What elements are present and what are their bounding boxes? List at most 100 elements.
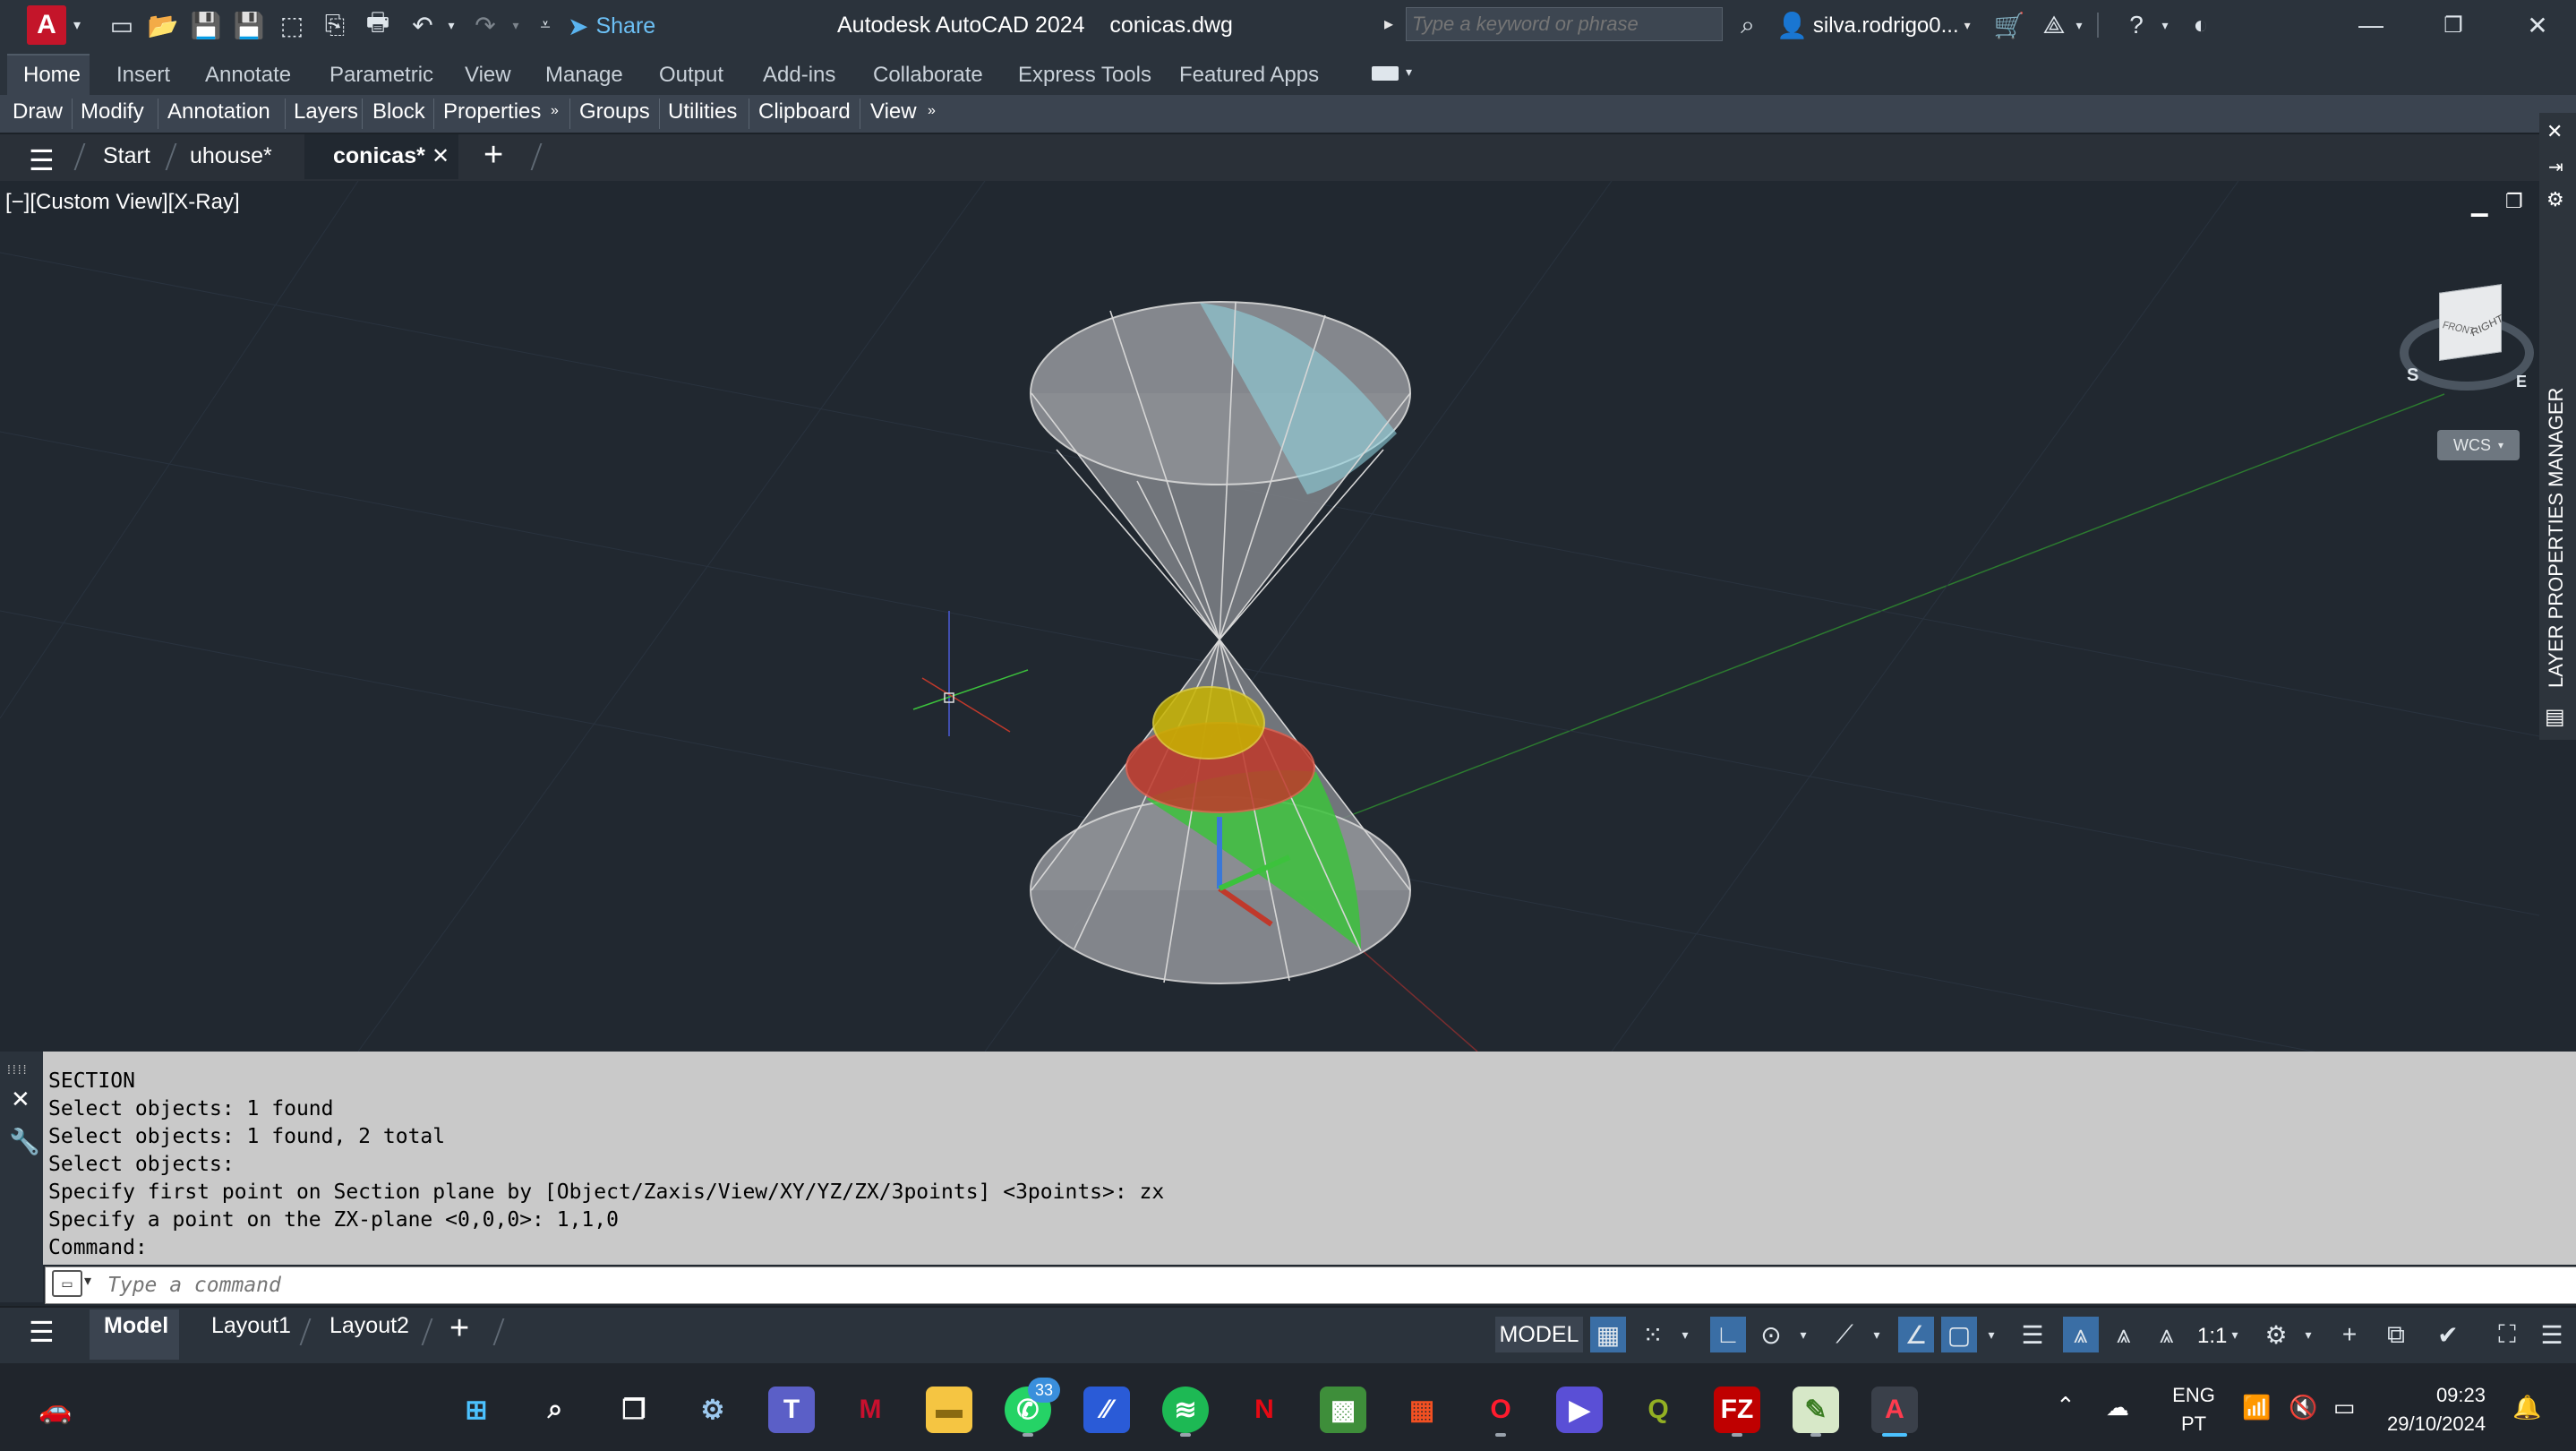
- object-snap-dropdown-icon[interactable]: ▾: [1981, 1317, 2002, 1352]
- weather-widget-icon[interactable]: 🚗: [32, 1387, 79, 1433]
- app-menu-button[interactable]: A: [27, 5, 66, 45]
- layer-properties-icon[interactable]: ▤: [2545, 704, 2565, 730]
- command-input[interactable]: [106, 1270, 2563, 1301]
- panel-view[interactable]: View: [870, 99, 917, 124]
- new-file-icon[interactable]: ▭: [106, 9, 138, 41]
- workspace-gear-icon[interactable]: ⚙: [2258, 1317, 2294, 1352]
- isodraft-icon[interactable]: ⟋: [1827, 1317, 1862, 1352]
- task-view-icon[interactable]: ❐: [611, 1387, 657, 1433]
- polar-tracking-icon[interactable]: ⊙: [1753, 1317, 1789, 1352]
- save-icon[interactable]: 💾: [190, 9, 222, 41]
- settings-app-icon[interactable]: ⚙: [689, 1387, 736, 1433]
- units-icon[interactable]: ⧉: [2378, 1317, 2414, 1352]
- tab-insert[interactable]: Insert: [116, 63, 170, 88]
- compass-east[interactable]: E: [2516, 373, 2527, 391]
- help-icon[interactable]: ?: [2120, 9, 2152, 41]
- volume-muted-icon[interactable]: 🔇: [2289, 1394, 2317, 1421]
- ribbon-minimize-toggle[interactable]: [1372, 66, 1399, 81]
- compass-south[interactable]: S: [2407, 365, 2418, 386]
- workspace-dropdown-icon[interactable]: ▾: [2298, 1317, 2319, 1352]
- layout-tabs-menu-icon[interactable]: ☰: [29, 1315, 55, 1349]
- netflix-app-icon[interactable]: N: [1241, 1387, 1288, 1433]
- search-expand-icon[interactable]: ▸: [1384, 13, 1393, 35]
- windows-start-icon[interactable]: ⊞: [453, 1387, 500, 1433]
- viewport-minimize-icon[interactable]: ▁: [2471, 192, 2487, 218]
- save-as-icon[interactable]: 💾: [233, 9, 265, 41]
- isolate-objects-icon[interactable]: ✔: [2430, 1317, 2466, 1352]
- microsoft-store-icon[interactable]: ▦: [1399, 1387, 1445, 1433]
- palette-title[interactable]: LAYER PROPERTIES MANAGER: [2545, 150, 2568, 688]
- wifi-icon[interactable]: 📶: [2242, 1394, 2271, 1421]
- onedrive-error-icon[interactable]: ☁: [2106, 1394, 2129, 1421]
- language-indicator[interactable]: ENG PT: [2170, 1381, 2217, 1438]
- tab-view[interactable]: View: [465, 63, 511, 88]
- tab-express-tools[interactable]: Express Tools: [1018, 63, 1151, 88]
- tab-annotate[interactable]: Annotate: [205, 63, 291, 88]
- panel-annotation[interactable]: Annotation: [167, 99, 270, 124]
- annotation-monitor-icon[interactable]: +: [2332, 1317, 2367, 1352]
- panel-clipboard[interactable]: Clipboard: [758, 99, 851, 124]
- autodesk-app-icon[interactable]: ⟁: [2038, 9, 2070, 41]
- file-tab-uhouse[interactable]: uhouse*: [190, 143, 272, 169]
- autocad-app-icon[interactable]: A: [1871, 1387, 1918, 1433]
- redo-dropdown-icon[interactable]: ▾: [507, 9, 525, 41]
- open-from-web-icon[interactable]: ⬚: [276, 9, 308, 41]
- tab-output[interactable]: Output: [659, 63, 723, 88]
- cloud-connect-icon[interactable]: ◐: [2185, 9, 2217, 41]
- tab-manage[interactable]: Manage: [545, 63, 623, 88]
- isodraft-dropdown-icon[interactable]: ▾: [1866, 1317, 1887, 1352]
- spotify-app-icon[interactable]: ≋: [1162, 1387, 1209, 1433]
- properties-expand-icon[interactable]: »: [551, 103, 559, 119]
- show-hidden-icons-chevron-icon[interactable]: ⌃: [2056, 1392, 2075, 1420]
- mcafee-app-icon[interactable]: M: [847, 1387, 894, 1433]
- new-layout-button[interactable]: +: [449, 1309, 469, 1348]
- panel-properties[interactable]: Properties: [443, 99, 541, 124]
- grip-icon[interactable]: ⁞⁞⁞⁞: [7, 1062, 29, 1077]
- object-snap-tracking-icon[interactable]: ∠: [1898, 1317, 1934, 1352]
- filezilla-app-icon[interactable]: FZ: [1714, 1387, 1760, 1433]
- tab-home[interactable]: Home: [23, 63, 81, 88]
- scale-dropdown-icon[interactable]: ▾: [2224, 1317, 2246, 1352]
- viewport-controls-label[interactable]: [−][Custom View][X-Ray]: [5, 190, 240, 215]
- close-tab-icon[interactable]: ✕: [432, 143, 449, 169]
- layout-tab-layout2[interactable]: Layout2: [329, 1313, 409, 1339]
- lineweight-icon[interactable]: ☰: [2015, 1317, 2050, 1352]
- restore-icon[interactable]: ❐: [2437, 9, 2469, 41]
- close-command-line-icon[interactable]: ✕: [11, 1086, 30, 1113]
- model-space-button[interactable]: MODEL: [1495, 1317, 1583, 1352]
- tab-parametric[interactable]: Parametric: [329, 63, 433, 88]
- tab-collaborate[interactable]: Collaborate: [873, 63, 983, 88]
- panel-block[interactable]: Block: [372, 99, 425, 124]
- panel-groups[interactable]: Groups: [579, 99, 650, 124]
- battery-icon[interactable]: ▭: [2333, 1394, 2356, 1421]
- lower-cone[interactable]: [1030, 639, 1411, 984]
- panel-modify[interactable]: Modify: [81, 99, 144, 124]
- clock[interactable]: 09:23 29/10/2024: [2387, 1381, 2486, 1438]
- tab-add-ins[interactable]: Add-ins: [763, 63, 835, 88]
- layout-tab-model[interactable]: Model: [104, 1313, 168, 1339]
- file-tab-start[interactable]: Start: [103, 143, 150, 169]
- grid-icon[interactable]: ▦: [1590, 1317, 1626, 1352]
- customize-wrench-icon[interactable]: 🔧: [9, 1127, 40, 1156]
- wcs-menu[interactable]: WCS ▾: [2437, 430, 2520, 460]
- annotation-scale-value[interactable]: 1:1: [2197, 1324, 2227, 1349]
- undo-dropdown-icon[interactable]: ▾: [442, 9, 460, 41]
- new-tab-button[interactable]: +: [484, 136, 503, 175]
- snap-dropdown-icon[interactable]: ▾: [1674, 1317, 1696, 1352]
- user-account-button[interactable]: 👤 silva.rodrigo0... ▾: [1776, 11, 1971, 40]
- layout-tab-layout1[interactable]: Layout1: [211, 1313, 291, 1339]
- view-expand-icon[interactable]: »: [928, 103, 936, 119]
- upper-cone[interactable]: [1030, 301, 1411, 640]
- file-explorer-icon[interactable]: ▬: [926, 1387, 972, 1433]
- minimize-icon[interactable]: —: [2355, 9, 2387, 41]
- recent-commands-dropdown-icon[interactable]: ▾: [84, 1272, 91, 1290]
- opera-app-icon[interactable]: O: [1477, 1387, 1524, 1433]
- customization-menu-icon[interactable]: ☰: [2534, 1317, 2570, 1352]
- undo-icon[interactable]: ↶: [407, 9, 439, 41]
- cart-icon[interactable]: 🛒: [1993, 9, 2025, 41]
- annotation-scale-icon[interactable]: ⩓: [2149, 1317, 2185, 1352]
- vpn-app-icon[interactable]: ⁄⁄: [1083, 1387, 1130, 1433]
- search-icon[interactable]: ⌕: [1732, 9, 1764, 41]
- panel-layers[interactable]: Layers: [294, 99, 358, 124]
- command-prompt-icon[interactable]: ▭: [52, 1270, 82, 1297]
